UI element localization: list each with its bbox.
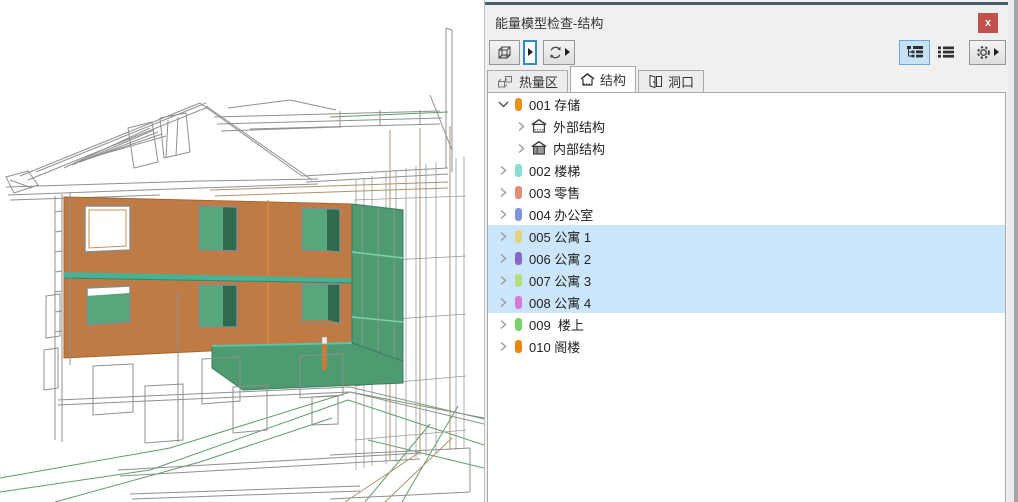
tree-row[interactable]: 外部结构	[488, 115, 1005, 137]
tree-row-label: 006 公寓 2	[529, 251, 592, 267]
expand-toggle[interactable]	[496, 231, 510, 242]
tree-row-label: 内部结构	[553, 141, 606, 157]
tree-row[interactable]: 006 公寓 2	[488, 247, 1005, 269]
tree-row-label: 009 楼上	[529, 317, 584, 333]
thermal-blocks-icon	[498, 76, 512, 88]
tree-row[interactable]: 004 办公室	[488, 203, 1005, 225]
tree-row-label: 010 阁楼	[529, 339, 581, 355]
settings-button[interactable]	[969, 39, 1006, 65]
tab-structures[interactable]: 结构	[570, 66, 637, 92]
chevron-right-icon	[500, 253, 507, 263]
model-3d-flyout-button[interactable]	[523, 39, 537, 65]
tree-view-icon	[906, 46, 923, 58]
tree-row[interactable]: 001 存储	[488, 93, 1005, 115]
gear-icon	[977, 45, 990, 59]
chevron-down-icon	[497, 100, 509, 108]
structure-tree-list: 001 存储外部结构内部结构 002 楼梯 003 零售 004 办公室 005 公寓 …	[487, 92, 1006, 502]
close-icon: x	[984, 17, 992, 29]
panel-toolbar	[489, 38, 1006, 66]
tree-row-label: 003 零售	[529, 185, 581, 201]
close-button[interactable]: x	[978, 13, 998, 33]
refresh-button[interactable]	[543, 39, 575, 65]
flyout-arrow-icon	[565, 48, 570, 56]
tab-openings[interactable]: 洞口	[638, 70, 705, 92]
tree-row-label: 外部结构	[553, 119, 606, 135]
chevron-right-icon	[500, 275, 507, 285]
expand-toggle[interactable]	[496, 297, 510, 308]
chevron-right-icon	[500, 231, 507, 241]
chevron-right-icon	[518, 121, 525, 131]
zone-color-swatch	[515, 317, 522, 331]
expand-toggle[interactable]	[496, 165, 510, 176]
tree-row-label: 005 公寓 1	[529, 229, 592, 245]
chevron-right-icon	[500, 209, 507, 219]
house-outline-icon	[531, 119, 547, 133]
tree-row-label: 008 公寓 4	[529, 295, 592, 311]
chevron-right-icon	[518, 143, 525, 153]
tree-row-label: 004 办公室	[529, 207, 594, 223]
panel-title: 能量模型检查-结构	[495, 16, 604, 31]
panel-tabs: 热量区 结构 洞口	[487, 66, 1006, 92]
zone-color-swatch	[515, 97, 522, 111]
model-viewport[interactable]	[0, 0, 485, 502]
chevron-right-icon	[500, 319, 507, 329]
zone-color-swatch	[515, 295, 522, 309]
expand-toggle[interactable]	[496, 253, 510, 264]
expand-toggle[interactable]	[496, 319, 510, 330]
house-filled-icon	[531, 141, 547, 155]
expand-toggle[interactable]	[496, 187, 510, 198]
tab-label: 洞口	[668, 75, 695, 90]
flat-list-toggle-button[interactable]	[930, 40, 961, 65]
refresh-icon	[550, 46, 561, 58]
cube-3d-icon	[497, 46, 512, 58]
expand-toggle[interactable]	[496, 209, 510, 220]
tree-row[interactable]: 008 公寓 4	[488, 291, 1005, 313]
chevron-right-icon	[500, 297, 507, 307]
building-wireframe	[0, 27, 485, 502]
tree-row[interactable]: 010 阁楼	[488, 335, 1005, 357]
tab-thermal-zones[interactable]: 热量区	[487, 70, 569, 92]
zone-color-swatch	[515, 251, 522, 265]
tree-row[interactable]: 002 楼梯	[488, 159, 1005, 181]
expand-toggle[interactable]	[496, 275, 510, 286]
opening-door-icon	[649, 75, 663, 88]
tree-row[interactable]: 005 公寓 1	[488, 225, 1005, 247]
model-3d-view-button[interactable]	[489, 39, 520, 65]
expand-toggle[interactable]	[514, 143, 528, 154]
list-view-icon	[937, 46, 954, 58]
tree-row[interactable]: 内部结构	[488, 137, 1005, 159]
tree-view-toggle-button[interactable]	[899, 39, 930, 65]
house-outline-icon	[531, 119, 547, 133]
expand-toggle[interactable]	[514, 121, 528, 132]
zone-color-swatch	[515, 207, 522, 221]
tree-row-label: 002 楼梯	[529, 163, 581, 179]
tab-label: 结构	[600, 73, 627, 88]
zone-color-swatch	[515, 273, 522, 287]
zone-color-swatch	[515, 229, 522, 243]
chevron-right-icon	[500, 165, 507, 175]
structure-house-icon	[580, 73, 595, 86]
tree-row[interactable]: 007 公寓 3	[488, 269, 1005, 291]
expand-toggle-open[interactable]	[496, 100, 510, 108]
chevron-right-icon	[500, 341, 507, 351]
tree-row-label: 001 存储	[529, 97, 581, 113]
chevron-right-icon	[500, 187, 507, 197]
house-filled-icon	[531, 141, 547, 155]
energy-model-review-panel: 能量模型检查-结构 x 热量区 结构 洞口 001 存储 外部结构 内部结构 0…	[484, 0, 1018, 502]
panel-window-frame	[1014, 0, 1018, 502]
tree-row[interactable]: 009 楼上	[488, 313, 1005, 335]
tree-row-label: 007 公寓 3	[529, 273, 592, 289]
zone-color-swatch	[515, 339, 522, 353]
flyout-arrow-icon	[527, 48, 533, 56]
tree-row[interactable]: 003 零售	[488, 181, 1005, 203]
tab-label: 热量区	[519, 75, 559, 90]
zone-color-swatch	[515, 185, 522, 199]
zone-color-swatch	[515, 163, 522, 177]
energy-model-review-window: 能量模型检查-结构 x 热量区 结构 洞口 001 存储 外部结构 内部结构 0…	[0, 0, 1018, 502]
flyout-arrow-icon	[994, 48, 999, 56]
expand-toggle[interactable]	[496, 341, 510, 352]
panel-titlebar[interactable]: 能量模型检查-结构 x	[485, 5, 1008, 35]
